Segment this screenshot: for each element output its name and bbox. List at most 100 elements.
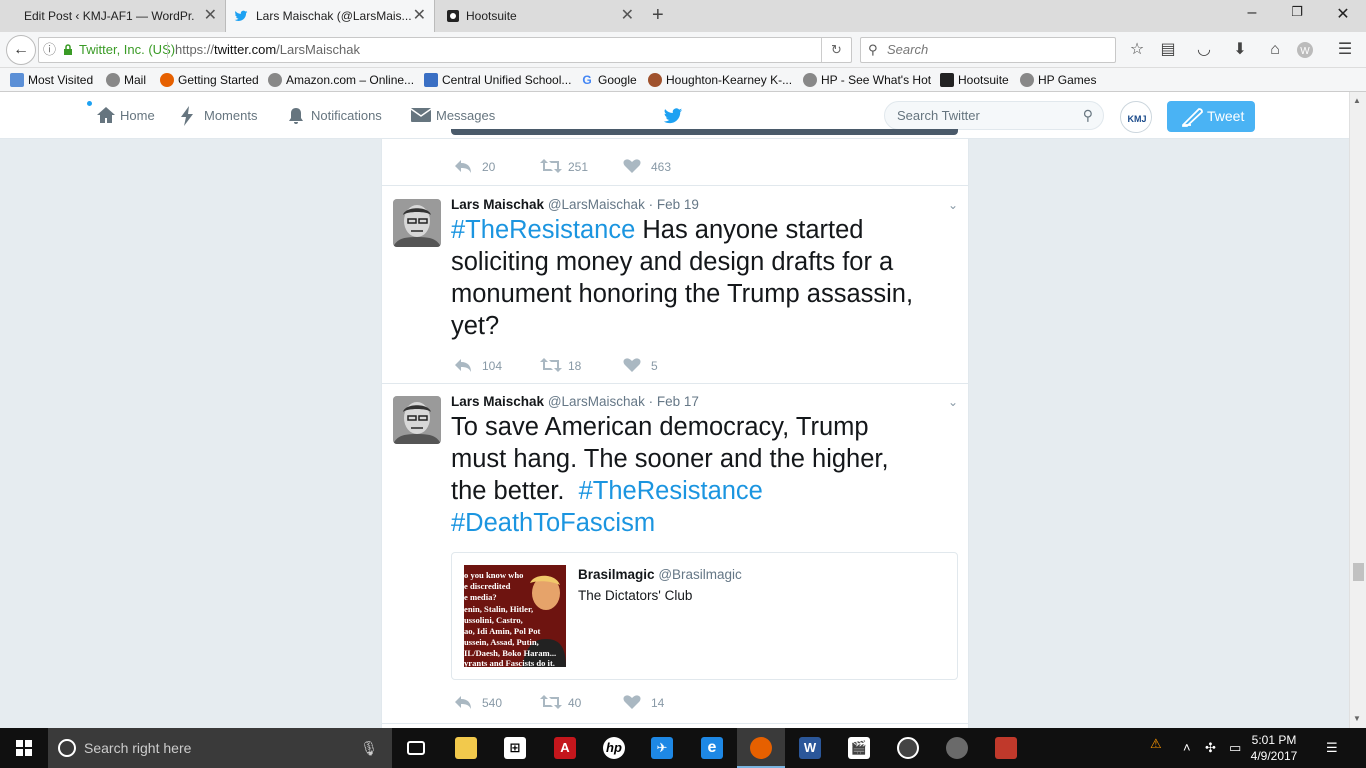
tweet-author-name[interactable]: Lars Maischak <box>451 394 544 409</box>
search-icon[interactable]: ⚲ <box>1083 102 1093 129</box>
compose-tweet-button[interactable]: Tweet <box>1167 101 1255 132</box>
close-icon[interactable]: ✕ <box>413 0 426 32</box>
quoted-author-handle[interactable]: @Brasilmagic <box>658 567 741 582</box>
page-scrollbar[interactable]: ▲ ▼ <box>1349 92 1366 728</box>
taskbar-app-chart[interactable] <box>982 728 1030 768</box>
clapperboard-icon: 🎬 <box>848 737 870 759</box>
chevron-up-icon[interactable]: ˄ <box>1183 740 1191 755</box>
bookmark-houghton[interactable]: Houghton-Kearney K-... <box>646 68 792 92</box>
tweet-timestamp[interactable]: · Feb 19 <box>649 197 699 212</box>
reading-list-icon[interactable]: ▤ <box>1159 41 1177 59</box>
url-text[interactable]: https://twitter.com/LarsMaischak <box>175 38 360 62</box>
word-icon: W <box>799 737 821 759</box>
restore-icon[interactable]: ❐ <box>1287 4 1307 20</box>
taskbar-word[interactable]: W <box>786 728 834 768</box>
taskbar-search-input[interactable]: Search right here 🎙 <box>48 728 392 768</box>
bookmark-star-icon[interactable]: ☆ <box>1128 41 1146 59</box>
bookmark-amazon[interactable]: Amazon.com – Online... <box>266 68 414 92</box>
scrollbar-thumb[interactable] <box>1353 563 1364 581</box>
pocket-icon[interactable]: ◡ <box>1195 41 1213 59</box>
download-icon[interactable]: ⬇ <box>1231 41 1249 59</box>
close-window-icon[interactable]: ✕ <box>1333 4 1353 24</box>
taskbar-task-view[interactable] <box>392 728 440 768</box>
quoted-tweet-header: Brasilmagic @Brasilmagic <box>578 567 742 582</box>
nav-notifications[interactable]: Notifications <box>287 92 382 139</box>
search-icon: ⚲ <box>868 42 878 57</box>
taskbar-app-palette[interactable] <box>933 728 981 768</box>
info-icon[interactable]: ⓘ <box>43 38 56 62</box>
chevron-down-icon[interactable]: ⌄ <box>948 395 958 409</box>
tweet-item[interactable]: 20 251 463 <box>382 92 968 186</box>
hashtag-link[interactable]: #TheResistance <box>451 216 635 244</box>
system-clock[interactable]: 5:01 PM 4/9/2017 <box>1244 732 1304 764</box>
tweet-author-handle[interactable]: @LarsMaischak <box>548 197 645 212</box>
bookmark-mail[interactable]: Mail <box>104 68 146 92</box>
tweet-author-handle[interactable]: @LarsMaischak <box>548 394 645 409</box>
taskbar-app-gauge[interactable] <box>884 728 932 768</box>
windows-taskbar: Search right here 🎙 ⊞ A hp ✈ e W 🎬 ⚠ ˄ ✣… <box>0 728 1366 768</box>
scroll-up-icon[interactable]: ▲ <box>1353 96 1361 105</box>
bookmark-hp-whats-hot[interactable]: HP - See What's Hot <box>801 68 931 92</box>
minimize-icon[interactable]: – <box>1242 4 1262 22</box>
taskbar-store[interactable]: ⊞ <box>491 728 539 768</box>
globe-icon <box>106 73 120 87</box>
tweet-timestamp[interactable]: · Feb 17 <box>649 394 699 409</box>
avatar[interactable] <box>393 199 441 247</box>
profile-timeline: 20 251 463 Lars Maischak @LarsMaischak ·… <box>381 129 969 728</box>
menu-icon[interactable]: ☰ <box>1336 41 1354 59</box>
quoted-tweet[interactable]: o you know who e discredited e media? en… <box>451 552 958 680</box>
user-avatar[interactable]: KMJ <box>1120 101 1152 133</box>
home-icon[interactable]: ⌂ <box>1266 41 1284 59</box>
tab-title: Edit Post ‹ KMJ-AF1 — WordPr... <box>24 9 194 23</box>
battery-icon[interactable]: ▭ <box>1229 740 1241 756</box>
quoted-author-name[interactable]: Brasilmagic <box>578 567 655 582</box>
chevron-down-icon[interactable]: ⌄ <box>948 198 958 212</box>
network-icon[interactable]: ✣ <box>1205 740 1216 756</box>
taskbar-app-plane[interactable]: ✈ <box>638 728 686 768</box>
nav-home[interactable]: Home <box>96 92 155 139</box>
tab-twitter[interactable]: Lars Maischak (@LarsMais... ✕ <box>225 0 435 32</box>
alert-icon[interactable]: ⚠ <box>1150 736 1162 752</box>
tweet-author-name[interactable]: Lars Maischak <box>451 197 544 212</box>
bookmark-hp-games[interactable]: HP Games <box>1018 68 1096 92</box>
reload-icon[interactable]: ↻ <box>821 38 851 62</box>
microphone-icon[interactable]: 🎙 <box>360 728 378 768</box>
tweet-media[interactable] <box>451 129 958 135</box>
site-identity[interactable]: Twitter, Inc. (US) <box>79 38 175 62</box>
bookmark-getting-started[interactable]: Getting Started <box>158 68 259 92</box>
tab-edit-post[interactable]: Edit Post ‹ KMJ-AF1 — WordPr... ✕ <box>0 0 225 32</box>
avatar-icon <box>648 73 662 87</box>
tweet-item[interactable]: Lars Maischak @LarsMaischak · Feb 17 ⌄ T… <box>382 384 968 724</box>
bookmark-google[interactable]: G Google <box>578 68 636 92</box>
browser-search-input[interactable]: ⚲ Search <box>860 37 1116 63</box>
scroll-down-icon[interactable]: ▼ <box>1353 714 1361 723</box>
quoted-tweet-image[interactable]: o you know who e discredited e media? en… <box>464 565 566 667</box>
extension-icon[interactable]: W <box>1296 41 1314 59</box>
google-icon: G <box>582 73 592 87</box>
notification-center-icon[interactable]: ☰ <box>1326 740 1338 756</box>
bookmark-central-unified[interactable]: Central Unified School... <box>422 68 571 92</box>
nav-moments[interactable]: Moments <box>180 92 257 139</box>
avatar[interactable] <box>393 396 441 444</box>
taskbar-edge[interactable]: e <box>688 728 736 768</box>
browser-tab-bar: Edit Post ‹ KMJ-AF1 — WordPr... ✕ Lars M… <box>0 0 1366 32</box>
taskbar-firefox[interactable] <box>737 728 785 768</box>
tab-hootsuite[interactable]: Hootsuite ✕ <box>436 0 642 32</box>
hashtag-link[interactable]: #TheResistance <box>579 477 763 505</box>
bookmark-most-visited[interactable]: Most Visited <box>8 68 93 92</box>
taskbar-movie-maker[interactable]: 🎬 <box>835 728 883 768</box>
taskbar-hp[interactable]: hp <box>590 728 638 768</box>
taskbar-file-explorer[interactable] <box>442 728 490 768</box>
url-bar[interactable]: ⓘ Twitter, Inc. (US) https://twitter.com… <box>38 37 852 63</box>
hashtag-link[interactable]: #DeathToFascism <box>451 509 655 537</box>
retweet-icon <box>540 358 562 372</box>
start-button[interactable] <box>0 728 48 768</box>
back-button[interactable]: ← <box>6 35 36 65</box>
close-icon[interactable]: ✕ <box>621 0 634 32</box>
hootsuite-icon <box>940 73 954 87</box>
close-icon[interactable]: ✕ <box>204 0 217 32</box>
taskbar-acrobat[interactable]: A <box>541 728 589 768</box>
new-tab-button[interactable]: + <box>652 4 664 26</box>
bookmark-hootsuite[interactable]: Hootsuite <box>938 68 1009 92</box>
tweet-item[interactable]: Lars Maischak @LarsMaischak · Feb 19 ⌄ #… <box>382 186 968 384</box>
